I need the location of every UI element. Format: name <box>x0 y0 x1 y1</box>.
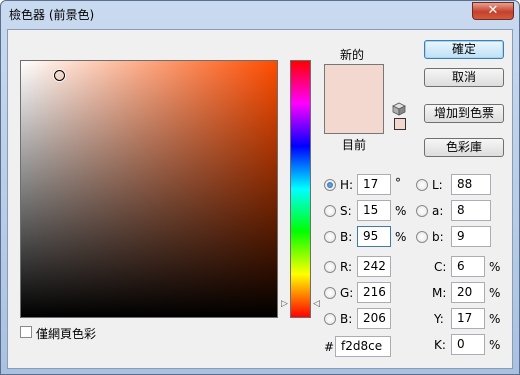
add-to-swatches-button[interactable]: 增加到色票 <box>424 104 504 123</box>
yellow-field[interactable]: 17 <box>451 308 485 329</box>
hue-slider[interactable] <box>290 60 311 318</box>
slider-arrow-left-icon[interactable]: ▷ <box>281 299 288 309</box>
current-color-swatch[interactable] <box>325 99 383 133</box>
color-picker-cursor[interactable] <box>54 70 65 81</box>
black-unit: % <box>489 338 501 352</box>
new-color-label: 新的 <box>340 48 365 62</box>
lightness-label: L: <box>432 178 443 192</box>
yellow-unit: % <box>489 312 501 326</box>
magenta-field[interactable]: 20 <box>451 282 485 303</box>
cyan-field[interactable]: 6 <box>451 256 485 277</box>
color-field[interactable] <box>20 60 278 318</box>
hue-unit: ° <box>395 176 401 190</box>
brightness-label: B: <box>340 230 353 244</box>
cyan-unit: % <box>489 260 501 274</box>
brightness-unit: % <box>395 230 407 244</box>
red-label: R: <box>340 260 353 274</box>
radio-green[interactable] <box>324 287 336 299</box>
radio-lightness[interactable] <box>416 179 428 191</box>
blue-label: B: <box>340 312 353 326</box>
magenta-label: M: <box>432 286 447 300</box>
radio-a-channel[interactable] <box>416 205 428 217</box>
radio-hue[interactable] <box>324 179 336 191</box>
color-preview <box>324 64 384 134</box>
gamut-swatch[interactable] <box>394 118 406 130</box>
magenta-unit: % <box>489 286 501 300</box>
title-bar[interactable]: 檢色器 (前景色) ✕ <box>1 1 519 27</box>
close-button[interactable]: ✕ <box>472 2 514 20</box>
saturation-field[interactable]: 15 <box>357 200 391 221</box>
hue-field[interactable]: 17 <box>357 174 391 195</box>
lightness-field[interactable]: 88 <box>451 174 491 195</box>
brightness-field[interactable]: 95 <box>357 226 391 247</box>
web-colors-only-label: 僅網頁色彩 <box>36 327 97 341</box>
black-field[interactable]: 0 <box>451 334 485 355</box>
a-channel-field[interactable]: 8 <box>451 200 491 221</box>
radio-red[interactable] <box>324 261 336 273</box>
cyan-label: C: <box>434 260 447 274</box>
b-channel-label: b: <box>432 230 444 244</box>
saturation-unit: % <box>395 204 407 218</box>
window-title: 檢色器 (前景色) <box>9 8 95 22</box>
red-field[interactable]: 242 <box>357 256 391 277</box>
radio-brightness[interactable] <box>324 231 336 243</box>
yellow-label: Y: <box>434 312 444 326</box>
slider-arrow-right-icon[interactable]: ◁ <box>313 299 320 309</box>
ok-button[interactable]: 確定 <box>424 40 504 59</box>
a-channel-label: a: <box>432 204 444 218</box>
hex-label: # <box>324 340 335 354</box>
color-picker-window: 檢色器 (前景色) ✕ ▷ ◁ 新的 目前 確定 取消 增加到色票 色彩庫 H:… <box>0 0 520 375</box>
out-of-gamut-cube-icon[interactable] <box>392 102 406 116</box>
dialog-body: ▷ ◁ 新的 目前 確定 取消 增加到色票 色彩庫 H: 17 ° S: 15 … <box>7 29 513 369</box>
cancel-button[interactable]: 取消 <box>424 68 504 87</box>
hex-field[interactable]: f2d8ce <box>335 336 391 357</box>
green-field[interactable]: 216 <box>357 282 391 303</box>
b-channel-field[interactable]: 9 <box>451 226 491 247</box>
color-libraries-button[interactable]: 色彩庫 <box>424 138 504 157</box>
radio-blue[interactable] <box>324 313 336 325</box>
current-color-label: 目前 <box>342 138 367 152</box>
saturation-label: S: <box>340 204 352 218</box>
new-color-swatch <box>325 65 383 99</box>
black-label: K: <box>434 338 446 352</box>
blue-field[interactable]: 206 <box>357 308 391 329</box>
radio-b-channel[interactable] <box>416 231 428 243</box>
radio-saturation[interactable] <box>324 205 336 217</box>
web-colors-only-checkbox[interactable] <box>20 326 32 338</box>
green-label: G: <box>340 286 354 300</box>
hue-label: H: <box>340 178 354 192</box>
